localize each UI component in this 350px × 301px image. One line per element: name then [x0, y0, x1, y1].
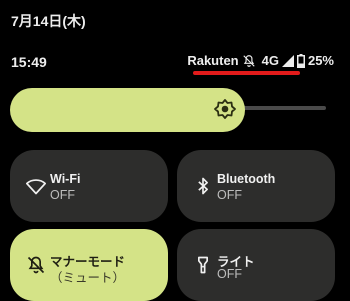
tile-flashlight[interactable]: ライト OFF	[177, 229, 335, 301]
status-bar: Rakuten 4G 25%	[187, 53, 334, 68]
date-text: 7月14日(木)	[11, 13, 86, 29]
tile-label: Wi-Fi	[50, 172, 81, 186]
mute-icon	[26, 255, 46, 275]
bluetooth-icon	[193, 176, 213, 196]
highlight-underline	[193, 71, 300, 75]
battery-icon	[296, 53, 305, 68]
clock-text: 15:49	[11, 54, 47, 70]
slider-track[interactable]	[240, 106, 326, 110]
tile-wifi[interactable]: Wi-Fi OFF	[10, 150, 168, 222]
mute-icon	[242, 54, 256, 68]
carrier-label: Rakuten	[187, 53, 239, 68]
tile-manner-mode[interactable]: マナーモード （ミュート）	[10, 229, 168, 301]
signal-icon	[281, 54, 294, 67]
slider-fill[interactable]	[10, 88, 246, 132]
brightness-slider[interactable]	[10, 88, 346, 132]
tile-status: OFF	[50, 188, 75, 202]
network-type: 4G	[261, 53, 279, 68]
brightness-icon	[213, 98, 237, 122]
tile-status: （ミュート）	[50, 271, 126, 285]
flashlight-icon	[193, 255, 213, 275]
wifi-icon	[26, 176, 47, 196]
tile-status: OFF	[217, 267, 242, 281]
tile-bluetooth[interactable]: Bluetooth OFF	[177, 150, 335, 222]
tile-status: OFF	[217, 188, 242, 202]
tile-label: Bluetooth	[217, 172, 276, 186]
battery-percent: 25%	[307, 53, 334, 68]
